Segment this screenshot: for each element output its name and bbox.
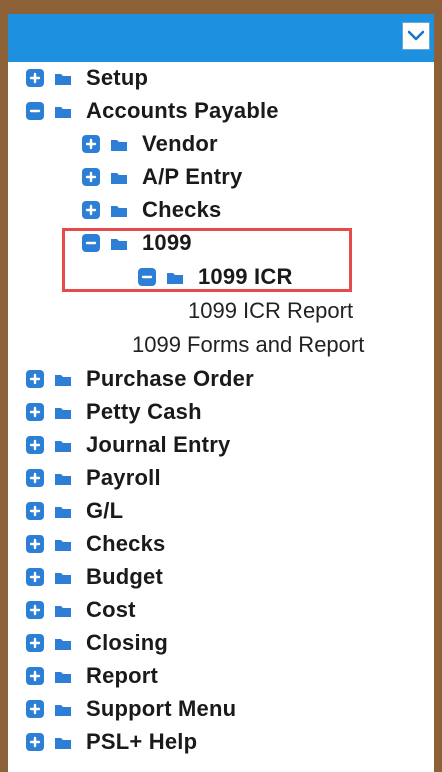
folder-icon [54, 735, 72, 750]
dropdown-button[interactable] [402, 22, 430, 50]
plus-icon[interactable] [26, 601, 44, 619]
plus-icon[interactable] [26, 535, 44, 553]
tree-node-label[interactable]: A/P Entry [142, 164, 242, 190]
tree-node-setup[interactable]: Setup [26, 62, 148, 94]
tree-node-label[interactable]: G/L [86, 498, 123, 524]
tree-node-purchase-order[interactable]: Purchase Order [26, 363, 254, 395]
plus-icon[interactable] [26, 469, 44, 487]
tree-node-checks[interactable]: Checks [26, 528, 165, 560]
plus-icon[interactable] [82, 201, 100, 219]
tree-node-journal-entry[interactable]: Journal Entry [26, 429, 230, 461]
plus-icon[interactable] [26, 568, 44, 586]
tree-node-label[interactable]: Support Menu [86, 696, 236, 722]
navigation-panel: Setup Accounts Payable Vendor A/P Entry … [8, 14, 434, 772]
folder-icon [110, 203, 128, 218]
tree-node-support-menu[interactable]: Support Menu [26, 693, 236, 725]
folder-icon [54, 405, 72, 420]
plus-icon[interactable] [26, 733, 44, 751]
folder-icon [110, 170, 128, 185]
plus-icon[interactable] [26, 403, 44, 421]
tree-node-label[interactable]: Closing [86, 630, 168, 656]
tree-node-petty-cash[interactable]: Petty Cash [26, 396, 202, 428]
plus-icon[interactable] [26, 370, 44, 388]
tree-node-label[interactable]: Purchase Order [86, 366, 254, 392]
folder-icon [54, 702, 72, 717]
tree-node-label[interactable]: Vendor [142, 131, 218, 157]
plus-icon[interactable] [26, 667, 44, 685]
plus-icon[interactable] [26, 69, 44, 87]
tree-leaf-1099-icr-report[interactable]: 1099 ICR Report [188, 295, 353, 327]
tree-node-label[interactable]: Checks [142, 197, 221, 223]
tree-node-label[interactable]: Setup [86, 65, 148, 91]
folder-icon [54, 537, 72, 552]
tree-node-label[interactable]: Journal Entry [86, 432, 230, 458]
plus-icon[interactable] [82, 135, 100, 153]
tree-node-budget[interactable]: Budget [26, 561, 163, 593]
tree-node-closing[interactable]: Closing [26, 627, 168, 659]
tree-leaf-label[interactable]: 1099 ICR Report [188, 298, 353, 324]
tree-node-label[interactable]: Petty Cash [86, 399, 202, 425]
folder-icon [110, 137, 128, 152]
plus-icon[interactable] [26, 502, 44, 520]
tree-node-label[interactable]: PSL+ Help [86, 729, 197, 755]
tree-leaf-1099-forms-and-report[interactable]: 1099 Forms and Report [132, 329, 364, 361]
plus-icon[interactable] [26, 634, 44, 652]
tree-node-cost[interactable]: Cost [26, 594, 136, 626]
tree-node-label[interactable]: Checks [86, 531, 165, 557]
tree-node-payroll[interactable]: Payroll [26, 462, 161, 494]
tree-node-label[interactable]: Budget [86, 564, 163, 590]
folder-icon [54, 438, 72, 453]
tree-node-vendor[interactable]: Vendor [82, 128, 218, 160]
plus-icon[interactable] [26, 436, 44, 454]
tree-node-label[interactable]: Report [86, 663, 158, 689]
plus-icon[interactable] [82, 168, 100, 186]
tree-node-gl[interactable]: G/L [26, 495, 123, 527]
folder-icon [54, 636, 72, 651]
chevron-down-icon [406, 26, 426, 46]
folder-icon [54, 471, 72, 486]
folder-icon [54, 570, 72, 585]
tree-node-label[interactable]: Cost [86, 597, 136, 623]
tree-header [8, 14, 434, 62]
tree-node-checks-ap[interactable]: Checks [82, 194, 221, 226]
tree-node-label[interactable]: Accounts Payable [86, 98, 279, 124]
folder-icon [54, 71, 72, 86]
folder-icon [54, 504, 72, 519]
minus-icon[interactable] [26, 102, 44, 120]
tree-node-psl-help[interactable]: PSL+ Help [26, 726, 197, 758]
tree-leaf-label[interactable]: 1099 Forms and Report [132, 332, 364, 358]
folder-icon [54, 372, 72, 387]
menu-tree: Setup Accounts Payable Vendor A/P Entry … [8, 62, 434, 762]
plus-icon[interactable] [26, 700, 44, 718]
tree-node-label[interactable]: Payroll [86, 465, 161, 491]
folder-icon [54, 104, 72, 119]
folder-icon [54, 603, 72, 618]
tree-node-accounts-payable[interactable]: Accounts Payable [26, 95, 279, 127]
highlight-box [62, 228, 352, 292]
folder-icon [54, 669, 72, 684]
tree-node-ap-entry[interactable]: A/P Entry [82, 161, 242, 193]
tree-node-report[interactable]: Report [26, 660, 158, 692]
